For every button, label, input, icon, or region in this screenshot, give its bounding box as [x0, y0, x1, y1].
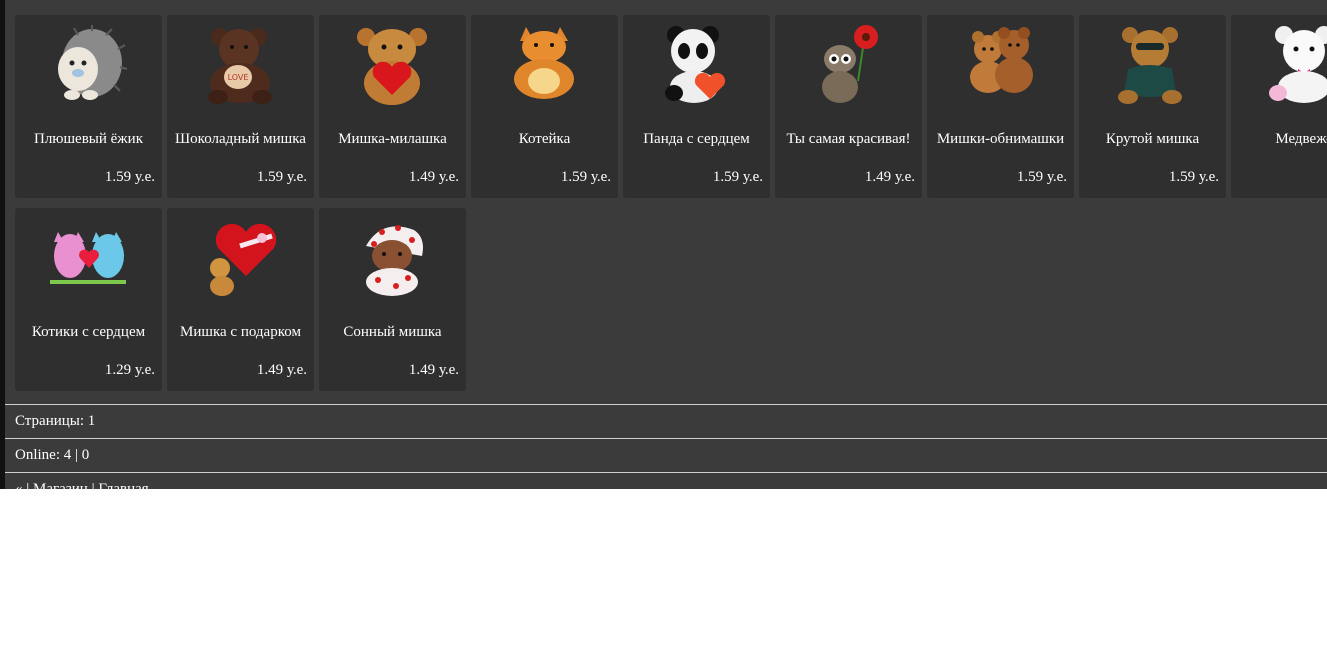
chocolate-bear-icon: LOVE	[208, 28, 272, 104]
gift-row-1: Плюшевый ёжик 1.59 у.е. LOVE Шоколадный …	[15, 15, 1327, 198]
gift-name: Мишка с подарком	[180, 324, 301, 340]
home-link[interactable]: Главная	[98, 481, 148, 489]
gift-card[interactable]: LOVE Шоколадный мишка 1.59 у.е.	[167, 15, 314, 198]
pagination-bar: Страницы: 1	[5, 404, 1327, 436]
gift-row-2: Котики с сердцем 1.29 у.е. Мишка с подар…	[15, 208, 1327, 391]
gift-name: Мишка-милашка	[338, 131, 447, 147]
gift-name: Сонный мишка	[343, 324, 442, 340]
gift-price: 1.49 у.е.	[408, 169, 459, 185]
sleepy-bear-icon	[366, 225, 423, 296]
gift-price: 1.49 у.е.	[256, 362, 307, 378]
gift-price: 1.49 у.е.	[864, 169, 915, 185]
gift-card[interactable]: Мишка-милашка 1.49 у.е.	[319, 15, 466, 198]
gift-card[interactable]: Мишки-обнимашки 1.59 у.е.	[927, 15, 1074, 198]
nav-separator: |	[22, 481, 34, 489]
gift-price: 1.59 у.е.	[1016, 169, 1067, 185]
gift-name: Котейка	[518, 131, 571, 147]
gift-card[interactable]: Мишка с подарком 1.49 у.е.	[167, 208, 314, 391]
gift-name: Мишки-обнимашки	[936, 131, 1065, 147]
shop-link[interactable]: Магазин	[33, 481, 88, 489]
svg-text:LOVE: LOVE	[228, 73, 249, 82]
gift-card[interactable]: Котейка 1.59 у.е.	[471, 15, 618, 198]
gift-name: Медвежо	[1275, 131, 1327, 147]
gift-card[interactable]: Панда с сердцем 1.59 у.е.	[623, 15, 770, 198]
online-bar: Online: 4 | 0	[5, 438, 1327, 470]
gift-name: Ты самая красивая!	[786, 131, 911, 147]
page-viewport: Плюшевый ёжик 1.59 у.е. LOVE Шоколадный …	[0, 0, 1327, 489]
bear-heart-icon	[357, 28, 427, 105]
gift-price: 1.59 у.е.	[104, 169, 155, 185]
gift-card[interactable]: Медвежо 1	[1231, 15, 1327, 198]
gift-card[interactable]: Сонный мишка 1.49 у.е.	[319, 208, 466, 391]
gift-name: Крутой мишка	[1105, 131, 1200, 147]
gift-price: 1.59 у.е.	[560, 169, 611, 185]
cats-heart-icon	[50, 232, 126, 284]
lemur-flower-icon	[822, 25, 878, 103]
gift-name: Шоколадный мишка	[175, 131, 306, 147]
footer-nav: « | Магазин | Главная	[5, 472, 1327, 489]
gift-price: 1.59 у.е.	[1168, 169, 1219, 185]
hugging-bears-icon	[970, 27, 1033, 93]
gift-card[interactable]: Ты самая красивая! 1.49 у.е.	[775, 15, 922, 198]
panda-heart-icon	[665, 26, 726, 103]
white-bear-icon	[1269, 26, 1327, 103]
gift-card[interactable]: Крутой мишка 1.59 у.е.	[1079, 15, 1226, 198]
hedgehog-plush-icon	[58, 25, 128, 100]
gift-card[interactable]: Котики с сердцем 1.29 у.е.	[15, 208, 162, 391]
gift-price: 1.29 у.е.	[104, 362, 155, 378]
online-counter: Online: 4 | 0	[15, 447, 90, 463]
gift-price: 1.59 у.е.	[712, 169, 763, 185]
cat-icon	[514, 27, 574, 99]
gift-name: Плюшевый ёжик	[33, 131, 143, 147]
nav-separator: |	[87, 481, 99, 489]
gift-price: 1.49 у.е.	[408, 362, 459, 378]
back-link[interactable]: «	[15, 481, 23, 489]
gift-price: 1.59 у.е.	[256, 169, 307, 185]
cool-bear-icon	[1118, 27, 1182, 104]
gift-name: Панда с сердцем	[643, 131, 750, 147]
pages-label: Страницы: 1	[15, 413, 96, 429]
gift-card[interactable]: Плюшевый ёжик 1.59 у.е.	[15, 15, 162, 198]
bear-gift-icon	[210, 223, 277, 296]
gift-name: Котики с сердцем	[31, 324, 146, 340]
gift-grid: Плюшевый ёжик 1.59 у.е. LOVE Шоколадный …	[15, 15, 1327, 401]
